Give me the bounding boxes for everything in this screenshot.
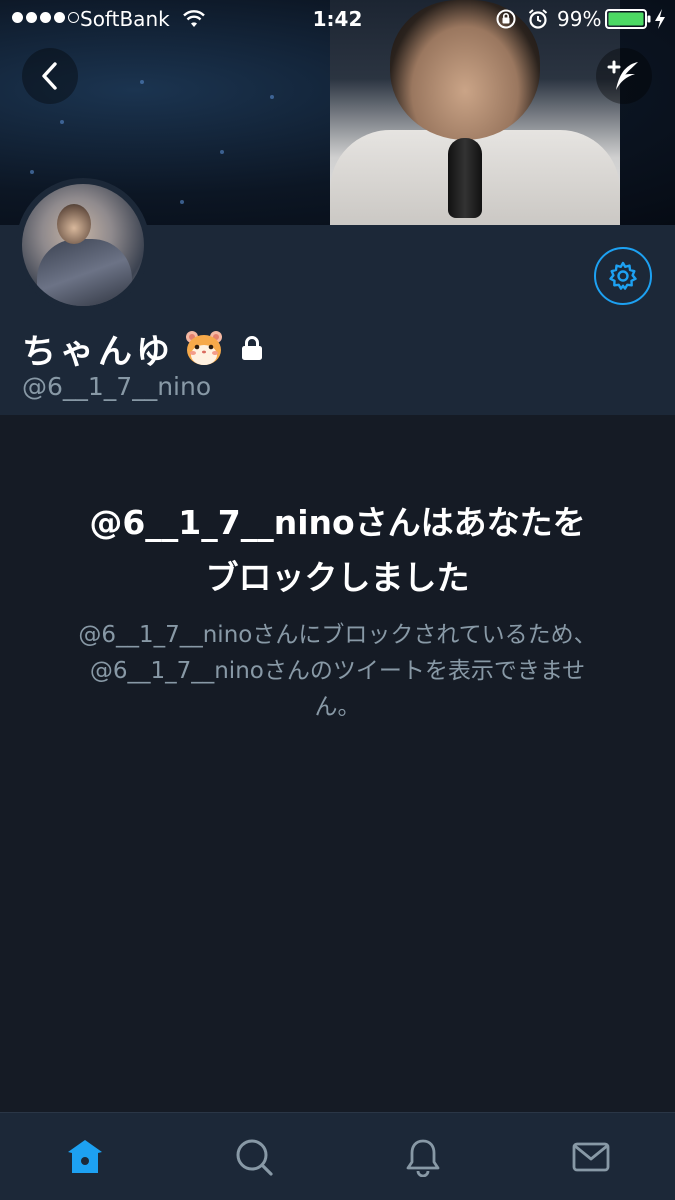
orientation-lock-icon (496, 9, 516, 29)
back-button[interactable] (22, 48, 78, 104)
tab-home[interactable] (63, 1135, 107, 1179)
charging-icon (655, 9, 665, 29)
blocked-description-line: ん。 (314, 694, 361, 720)
status-bar: SoftBank 1:42 99% (0, 0, 675, 40)
blocked-title-line: ブロックしました (205, 558, 470, 597)
search-icon (236, 1139, 273, 1176)
display-name-text: ちゃんゆ (22, 331, 174, 372)
alarm-icon (528, 9, 548, 29)
blocked-description: @6__1_7__ninoさんにブロックされているため、 @6__1_7__ni… (40, 617, 635, 725)
compose-quill-icon (607, 60, 638, 90)
chevron-left-icon (42, 62, 57, 90)
tab-notifications[interactable] (401, 1135, 445, 1179)
messages-icon (572, 1142, 610, 1172)
profile-settings-button[interactable] (594, 247, 652, 305)
notifications-icon (406, 1139, 440, 1177)
profile-display-name: ちゃんゆ (22, 326, 266, 372)
blocked-description-line: @6__1_7__ninoさんのツイートを表示できませ (89, 658, 586, 684)
battery-icon (605, 9, 651, 29)
blocked-title: @6__1_7__ninoさんはあなたを ブロックしました (40, 495, 635, 605)
battery-percent: 99% (557, 7, 602, 31)
profile-avatar[interactable] (16, 178, 150, 312)
bottom-tab-bar (0, 1112, 675, 1200)
blocked-title-line: @6__1_7__ninoさんはあなたを (89, 503, 586, 542)
blocked-description-line: @6__1_7__ninoさんにブロックされているため、 (78, 622, 597, 648)
compose-tweet-button[interactable] (596, 48, 652, 104)
hamster-emoji-icon (186, 331, 222, 365)
gear-icon (609, 261, 637, 290)
protected-lock-icon (242, 336, 262, 360)
home-icon (68, 1140, 102, 1173)
tab-search[interactable] (232, 1135, 276, 1179)
tab-messages[interactable] (569, 1135, 613, 1179)
profile-handle: @6__1_7__nino (22, 372, 212, 401)
